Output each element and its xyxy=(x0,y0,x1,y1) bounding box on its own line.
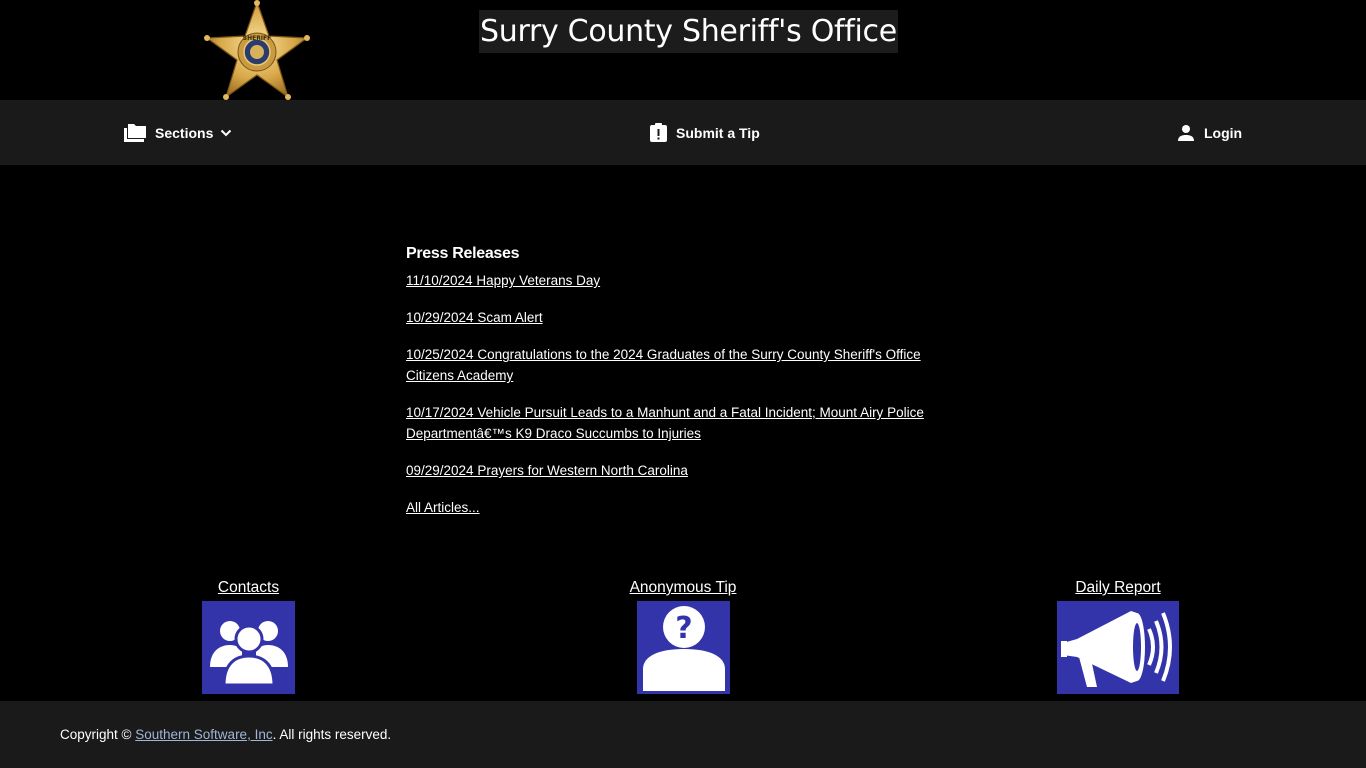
press-release-list: 11/10/2024 Happy Veterans Day 10/29/2024… xyxy=(406,270,966,481)
contacts-link[interactable]: Contacts xyxy=(202,577,295,599)
list-item: 10/25/2024 Congratulations to the 2024 G… xyxy=(406,344,966,386)
list-item: 11/10/2024 Happy Veterans Day xyxy=(406,270,966,291)
chevron-down-icon xyxy=(220,129,232,137)
folder-icon xyxy=(124,123,146,142)
sections-label: Sections xyxy=(155,124,214,141)
megaphone-icon[interactable] xyxy=(1057,601,1179,694)
footer: Copyright © Southern Software, Inc. All … xyxy=(0,701,1366,768)
press-release-link[interactable]: 10/29/2024 Scam Alert xyxy=(406,310,543,325)
sheriff-star-badge-icon: SHERIFF xyxy=(204,0,310,100)
login-label: Login xyxy=(1204,124,1243,141)
daily-report-quick-link: Daily Report xyxy=(1057,577,1179,694)
copyright-prefix: Copyright © xyxy=(60,727,132,742)
contacts-icon[interactable] xyxy=(202,601,295,694)
anonymous-tip-link[interactable]: Anonymous Tip xyxy=(626,577,740,599)
main-nav: Sections Submit a Tip Login xyxy=(0,100,1366,165)
list-item: 10/17/2024 Vehicle Pursuit Leads to a Ma… xyxy=(406,402,966,444)
svg-text:?: ? xyxy=(675,611,692,646)
submit-tip-link[interactable]: Submit a Tip xyxy=(650,100,760,165)
contacts-quick-link: Contacts xyxy=(202,577,295,694)
list-item: 10/29/2024 Scam Alert xyxy=(406,307,966,328)
login-link[interactable]: Login xyxy=(1177,100,1242,165)
press-release-link[interactable]: 09/29/2024 Prayers for Western North Car… xyxy=(406,463,688,478)
anonymous-tip-quick-link: Anonymous Tip ? xyxy=(626,577,740,694)
press-releases-section: Press Releases 11/10/2024 Happy Veterans… xyxy=(406,243,966,518)
all-articles-link[interactable]: All Articles... xyxy=(406,497,480,518)
submit-tip-label: Submit a Tip xyxy=(676,124,760,141)
question-person-icon[interactable]: ? xyxy=(636,601,730,694)
header: SHERIFF Surry County Sheriff's Office xyxy=(0,0,1366,100)
press-release-link[interactable]: 10/17/2024 Vehicle Pursuit Leads to a Ma… xyxy=(406,405,924,441)
copyright-text: Copyright © Southern Software, Inc. All … xyxy=(60,724,391,746)
site-title: Surry County Sheriff's Office xyxy=(479,10,898,53)
clipboard-alert-icon xyxy=(650,123,667,142)
press-release-link[interactable]: 10/25/2024 Congratulations to the 2024 G… xyxy=(406,347,921,383)
sections-menu-button[interactable]: Sections xyxy=(124,100,232,165)
daily-report-link[interactable]: Daily Report xyxy=(1057,577,1179,599)
person-icon xyxy=(1177,124,1195,141)
press-releases-heading: Press Releases xyxy=(406,245,520,262)
company-link[interactable]: Southern Software, Inc xyxy=(135,727,272,742)
copyright-suffix: . All rights reserved. xyxy=(272,727,392,742)
list-item: 09/29/2024 Prayers for Western North Car… xyxy=(406,460,966,481)
press-release-link[interactable]: 11/10/2024 Happy Veterans Day xyxy=(406,273,600,288)
svg-text:SHERIFF: SHERIFF xyxy=(243,35,272,42)
